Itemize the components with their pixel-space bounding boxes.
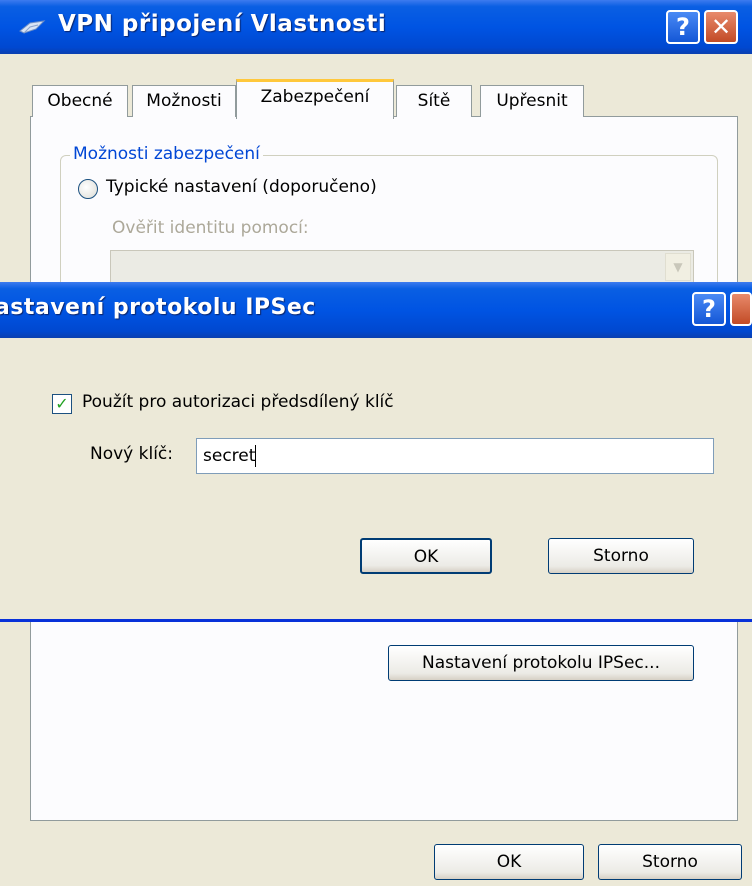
tab-label: Sítě bbox=[417, 91, 451, 111]
title-bar[interactable]: VPN připojení Vlastnosti ? ✕ bbox=[0, 0, 752, 54]
help-icon: ? bbox=[702, 295, 716, 323]
help-button[interactable]: ? bbox=[666, 10, 700, 44]
ipsec-settings-button[interactable]: Nastavení protokolu IPSec... bbox=[388, 645, 694, 681]
window-title: VPN připojení Vlastnosti bbox=[58, 11, 387, 37]
tab-label: Možnosti bbox=[146, 91, 222, 111]
dialog-ok-button[interactable]: OK bbox=[360, 538, 492, 574]
chevron-down-icon: ▼ bbox=[665, 253, 691, 281]
dialog-title-bar[interactable]: Nastavení protokolu IPSec ? bbox=[0, 282, 752, 338]
dialog-ok-label: OK bbox=[413, 547, 439, 567]
key-label: Nový klíč: bbox=[90, 444, 174, 464]
verify-identity-select[interactable]: ▼ bbox=[110, 250, 694, 284]
ok-button[interactable]: OK bbox=[434, 844, 584, 880]
typical-settings-radio[interactable] bbox=[78, 179, 98, 199]
dialog-cancel-button[interactable]: Storno bbox=[548, 538, 694, 574]
dialog-cancel-label: Storno bbox=[593, 546, 649, 566]
verify-identity-label: Ověřit identitu pomocí: bbox=[112, 218, 309, 238]
tab-general[interactable]: Obecné bbox=[32, 85, 128, 117]
tab-label: Obecné bbox=[47, 91, 113, 111]
ipsec-settings-label: Nastavení protokolu IPSec... bbox=[422, 653, 660, 673]
cancel-button[interactable]: Storno bbox=[598, 844, 742, 880]
tab-networking[interactable]: Sítě bbox=[396, 85, 472, 117]
tab-security[interactable]: Zabezpečení bbox=[236, 79, 394, 119]
key-input[interactable]: secret bbox=[196, 438, 714, 474]
tab-label: Upřesnit bbox=[496, 91, 568, 111]
tab-options[interactable]: Možnosti bbox=[132, 85, 236, 117]
ipsec-settings-dialog: Nastavení protokolu IPSec ? ✓ Použít pro… bbox=[0, 282, 752, 622]
close-button[interactable]: ✕ bbox=[704, 10, 738, 44]
group-title: Možnosti zabezpečení bbox=[70, 144, 263, 164]
checkmark-icon: ✓ bbox=[55, 394, 69, 413]
typical-settings-label: Typické nastavení (doporučeno) bbox=[106, 177, 377, 197]
close-icon: ✕ bbox=[710, 13, 732, 41]
key-input-value: secret bbox=[203, 446, 256, 466]
text-caret bbox=[255, 445, 257, 467]
network-connection-icon bbox=[18, 17, 46, 37]
preshared-key-label: Použít pro autorizaci předsdílený klíč bbox=[82, 392, 394, 412]
preshared-key-checkbox[interactable]: ✓ bbox=[52, 394, 72, 414]
dialog-close-button[interactable] bbox=[730, 292, 752, 326]
ok-label: OK bbox=[496, 852, 522, 872]
tab-advanced[interactable]: Upřesnit bbox=[480, 85, 584, 117]
dialog-help-button[interactable]: ? bbox=[692, 292, 726, 326]
tab-label: Zabezpečení bbox=[260, 87, 370, 107]
dialog-title: Nastavení protokolu IPSec bbox=[0, 295, 316, 320]
cancel-label: Storno bbox=[642, 852, 698, 872]
help-icon: ? bbox=[676, 13, 690, 41]
